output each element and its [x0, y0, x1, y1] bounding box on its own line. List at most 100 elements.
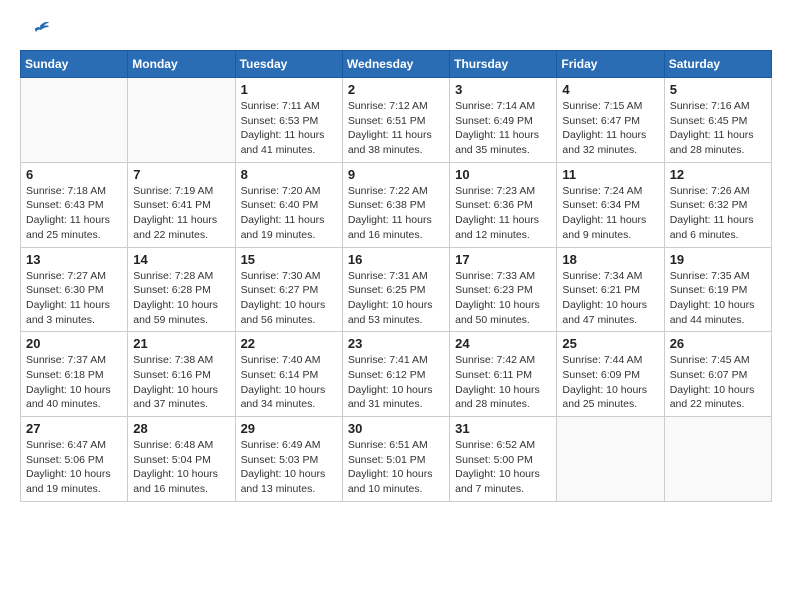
- day-info: Sunrise: 7:27 AM Sunset: 6:30 PM Dayligh…: [26, 269, 122, 328]
- calendar-week-row: 20 Sunrise: 7:37 AM Sunset: 6:18 PM Dayli…: [21, 332, 772, 417]
- day-info: Sunrise: 7:20 AM Sunset: 6:40 PM Dayligh…: [241, 184, 337, 243]
- day-info: Sunrise: 7:31 AM Sunset: 6:25 PM Dayligh…: [348, 269, 444, 328]
- day-info: Sunrise: 6:48 AM Sunset: 5:04 PM Dayligh…: [133, 438, 229, 497]
- day-number: 24: [455, 336, 551, 351]
- day-number: 19: [670, 252, 766, 267]
- calendar-cell: 9 Sunrise: 7:22 AM Sunset: 6:38 PM Daylig…: [342, 162, 449, 247]
- calendar-cell: 21 Sunrise: 7:38 AM Sunset: 6:16 PM Dayli…: [128, 332, 235, 417]
- day-header-wednesday: Wednesday: [342, 51, 449, 78]
- calendar-cell: [664, 417, 771, 502]
- day-info: Sunrise: 7:42 AM Sunset: 6:11 PM Dayligh…: [455, 353, 551, 412]
- calendar-cell: 4Sunrise: 7:15 AM Sunset: 6:47 PM Daylig…: [557, 78, 664, 163]
- day-info: Sunrise: 7:44 AM Sunset: 6:09 PM Dayligh…: [562, 353, 658, 412]
- calendar-cell: 27 Sunrise: 6:47 AM Sunset: 5:06 PM Dayli…: [21, 417, 128, 502]
- calendar-cell: 20 Sunrise: 7:37 AM Sunset: 6:18 PM Dayli…: [21, 332, 128, 417]
- day-info: Sunrise: 7:45 AM Sunset: 6:07 PM Dayligh…: [670, 353, 766, 412]
- day-info: Sunrise: 7:15 AM Sunset: 6:47 PM Dayligh…: [562, 99, 658, 158]
- day-number: 12: [670, 167, 766, 182]
- calendar-week-row: 13 Sunrise: 7:27 AM Sunset: 6:30 PM Dayli…: [21, 247, 772, 332]
- day-number: 28: [133, 421, 229, 436]
- day-number: 3: [455, 82, 551, 97]
- day-number: 6: [26, 167, 122, 182]
- day-header-monday: Monday: [128, 51, 235, 78]
- day-number: 5: [670, 82, 766, 97]
- day-header-saturday: Saturday: [664, 51, 771, 78]
- day-number: 7: [133, 167, 229, 182]
- day-info: Sunrise: 7:34 AM Sunset: 6:21 PM Dayligh…: [562, 269, 658, 328]
- day-number: 22: [241, 336, 337, 351]
- day-number: 26: [670, 336, 766, 351]
- day-number: 18: [562, 252, 658, 267]
- day-info: Sunrise: 7:16 AM Sunset: 6:45 PM Dayligh…: [670, 99, 766, 158]
- day-number: 25: [562, 336, 658, 351]
- calendar-cell: 11Sunrise: 7:24 AM Sunset: 6:34 PM Dayli…: [557, 162, 664, 247]
- day-info: Sunrise: 6:47 AM Sunset: 5:06 PM Dayligh…: [26, 438, 122, 497]
- day-number: 30: [348, 421, 444, 436]
- calendar-week-row: 27 Sunrise: 6:47 AM Sunset: 5:06 PM Dayli…: [21, 417, 772, 502]
- day-info: Sunrise: 7:22 AM Sunset: 6:38 PM Dayligh…: [348, 184, 444, 243]
- calendar-week-row: 1 Sunrise: 7:11 AM Sunset: 6:53 PM Daylig…: [21, 78, 772, 163]
- day-info: Sunrise: 6:51 AM Sunset: 5:01 PM Dayligh…: [348, 438, 444, 497]
- day-info: Sunrise: 7:33 AM Sunset: 6:23 PM Dayligh…: [455, 269, 551, 328]
- day-number: 11: [562, 167, 658, 182]
- day-number: 29: [241, 421, 337, 436]
- day-number: 16: [348, 252, 444, 267]
- day-info: Sunrise: 7:14 AM Sunset: 6:49 PM Dayligh…: [455, 99, 551, 158]
- day-number: 31: [455, 421, 551, 436]
- calendar-table: SundayMondayTuesdayWednesdayThursdayFrid…: [20, 50, 772, 502]
- calendar-cell: 7 Sunrise: 7:19 AM Sunset: 6:41 PM Daylig…: [128, 162, 235, 247]
- day-info: Sunrise: 7:30 AM Sunset: 6:27 PM Dayligh…: [241, 269, 337, 328]
- calendar-cell: 15 Sunrise: 7:30 AM Sunset: 6:27 PM Dayli…: [235, 247, 342, 332]
- calendar-header-row: SundayMondayTuesdayWednesdayThursdayFrid…: [21, 51, 772, 78]
- calendar-cell: 10Sunrise: 7:23 AM Sunset: 6:36 PM Dayli…: [450, 162, 557, 247]
- day-info: Sunrise: 7:37 AM Sunset: 6:18 PM Dayligh…: [26, 353, 122, 412]
- day-number: 17: [455, 252, 551, 267]
- day-info: Sunrise: 7:26 AM Sunset: 6:32 PM Dayligh…: [670, 184, 766, 243]
- day-info: Sunrise: 7:40 AM Sunset: 6:14 PM Dayligh…: [241, 353, 337, 412]
- day-number: 21: [133, 336, 229, 351]
- calendar-cell: 29Sunrise: 6:49 AM Sunset: 5:03 PM Dayli…: [235, 417, 342, 502]
- day-info: Sunrise: 7:18 AM Sunset: 6:43 PM Dayligh…: [26, 184, 122, 243]
- calendar-cell: 26 Sunrise: 7:45 AM Sunset: 6:07 PM Dayli…: [664, 332, 771, 417]
- calendar-cell: 16 Sunrise: 7:31 AM Sunset: 6:25 PM Dayli…: [342, 247, 449, 332]
- calendar-cell: 3 Sunrise: 7:14 AM Sunset: 6:49 PM Daylig…: [450, 78, 557, 163]
- calendar-cell: 8 Sunrise: 7:20 AM Sunset: 6:40 PM Daylig…: [235, 162, 342, 247]
- calendar-cell: 19Sunrise: 7:35 AM Sunset: 6:19 PM Dayli…: [664, 247, 771, 332]
- day-number: 27: [26, 421, 122, 436]
- day-number: 10: [455, 167, 551, 182]
- logo-bird-icon: [22, 20, 50, 40]
- day-number: 9: [348, 167, 444, 182]
- page-header: [20, 20, 772, 40]
- day-number: 1: [241, 82, 337, 97]
- day-info: Sunrise: 7:19 AM Sunset: 6:41 PM Dayligh…: [133, 184, 229, 243]
- day-number: 20: [26, 336, 122, 351]
- logo: [20, 20, 50, 40]
- calendar-week-row: 6 Sunrise: 7:18 AM Sunset: 6:43 PM Daylig…: [21, 162, 772, 247]
- calendar-cell: 22 Sunrise: 7:40 AM Sunset: 6:14 PM Dayli…: [235, 332, 342, 417]
- calendar-cell: 23Sunrise: 7:41 AM Sunset: 6:12 PM Dayli…: [342, 332, 449, 417]
- day-number: 15: [241, 252, 337, 267]
- day-number: 2: [348, 82, 444, 97]
- calendar-cell: 30 Sunrise: 6:51 AM Sunset: 5:01 PM Dayli…: [342, 417, 449, 502]
- day-info: Sunrise: 6:52 AM Sunset: 5:00 PM Dayligh…: [455, 438, 551, 497]
- calendar-cell: 14Sunrise: 7:28 AM Sunset: 6:28 PM Dayli…: [128, 247, 235, 332]
- calendar-cell: 18 Sunrise: 7:34 AM Sunset: 6:21 PM Dayli…: [557, 247, 664, 332]
- day-header-friday: Friday: [557, 51, 664, 78]
- day-header-sunday: Sunday: [21, 51, 128, 78]
- calendar-cell: [21, 78, 128, 163]
- calendar-cell: 5 Sunrise: 7:16 AM Sunset: 6:45 PM Daylig…: [664, 78, 771, 163]
- calendar-cell: 2 Sunrise: 7:12 AM Sunset: 6:51 PM Daylig…: [342, 78, 449, 163]
- calendar-cell: [128, 78, 235, 163]
- day-header-thursday: Thursday: [450, 51, 557, 78]
- day-info: Sunrise: 7:11 AM Sunset: 6:53 PM Dayligh…: [241, 99, 337, 158]
- calendar-cell: 31 Sunrise: 6:52 AM Sunset: 5:00 PM Dayli…: [450, 417, 557, 502]
- day-info: Sunrise: 7:12 AM Sunset: 6:51 PM Dayligh…: [348, 99, 444, 158]
- calendar-cell: 13 Sunrise: 7:27 AM Sunset: 6:30 PM Dayli…: [21, 247, 128, 332]
- day-info: Sunrise: 7:38 AM Sunset: 6:16 PM Dayligh…: [133, 353, 229, 412]
- calendar-cell: 28 Sunrise: 6:48 AM Sunset: 5:04 PM Dayli…: [128, 417, 235, 502]
- day-number: 8: [241, 167, 337, 182]
- day-number: 13: [26, 252, 122, 267]
- calendar-cell: [557, 417, 664, 502]
- day-number: 14: [133, 252, 229, 267]
- calendar-cell: 6 Sunrise: 7:18 AM Sunset: 6:43 PM Daylig…: [21, 162, 128, 247]
